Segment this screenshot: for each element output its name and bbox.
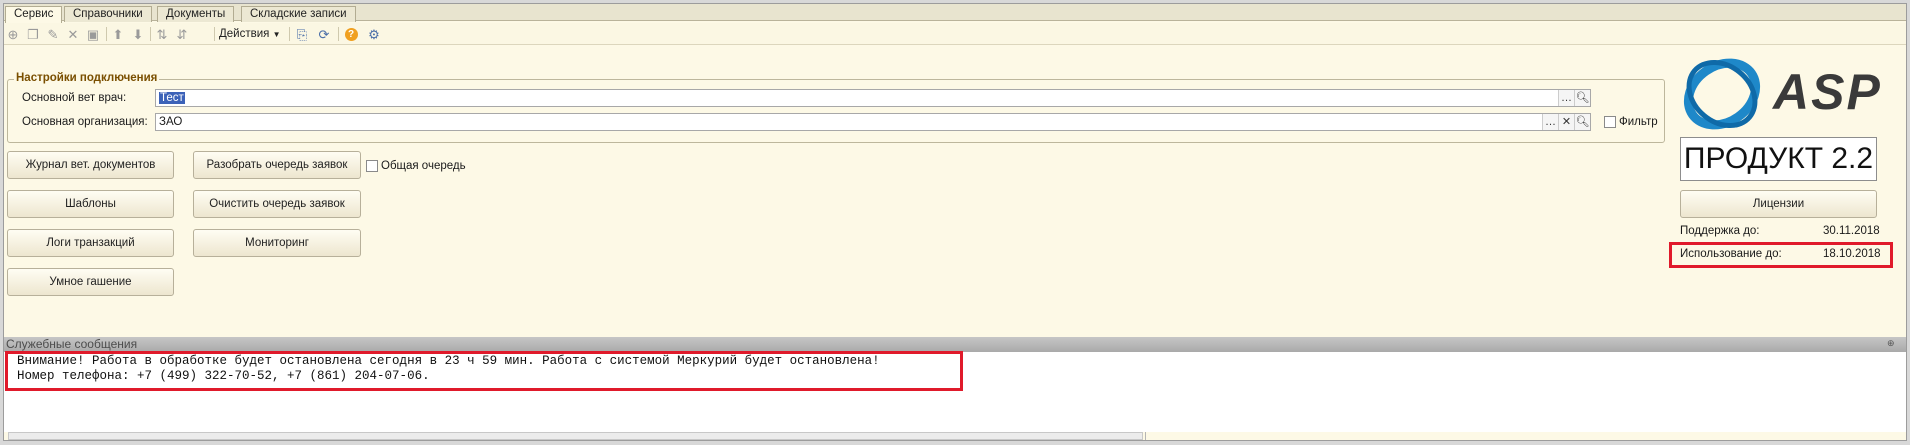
- product-title: ПРОДУКТ 2.2: [1680, 137, 1877, 181]
- move-up-icon[interactable]: ⬆: [110, 26, 126, 42]
- vet-value: Тест: [159, 92, 185, 104]
- messages-highlight-box: [5, 351, 963, 391]
- monitoring-button[interactable]: Мониторинг: [193, 229, 361, 257]
- export-icon[interactable]: ⎘: [294, 26, 310, 42]
- usage-highlight-box: [1669, 242, 1893, 268]
- save-icon[interactable]: ▣: [85, 26, 101, 42]
- transaction-logs-button[interactable]: Логи транзакций: [7, 229, 174, 257]
- group-title: Настройки подключения: [14, 71, 160, 85]
- settings-icon[interactable]: ⚙: [366, 26, 382, 42]
- clear-queue-button[interactable]: Очистить очередь заявок: [193, 190, 361, 218]
- vet-field[interactable]: Тест: [155, 89, 1591, 107]
- copy-icon[interactable]: ❐: [25, 26, 41, 42]
- vet-label: Основной вет врач:: [22, 92, 127, 104]
- support-label: Поддержка до:: [1680, 225, 1760, 237]
- org-search-icon[interactable]: 🔍︎: [1574, 114, 1590, 130]
- templates-button[interactable]: Шаблоны: [7, 190, 174, 218]
- org-value: ЗАО: [159, 116, 183, 128]
- tab-warehouse-records[interactable]: Складские записи: [241, 6, 356, 22]
- org-clear-icon[interactable]: ✕: [1558, 114, 1574, 130]
- actions-menu[interactable]: Действия ▼: [219, 26, 281, 42]
- filter-label: Фильтр: [1619, 116, 1658, 128]
- horizontal-scrollbar[interactable]: [8, 432, 1143, 440]
- messages-header: Служебные сообщения: [4, 337, 1906, 352]
- support-date: 30.11.2018: [1823, 225, 1880, 237]
- asp-logo-icon: [1680, 56, 1765, 131]
- scrollbar-divider: [1145, 432, 1146, 440]
- brand-name: ASP: [1773, 64, 1882, 120]
- sort-asc-icon[interactable]: ⇅: [154, 26, 170, 42]
- tab-service[interactable]: Сервис: [5, 6, 63, 23]
- filter-checkbox[interactable]: [1604, 116, 1616, 128]
- refresh-icon[interactable]: ⟳: [316, 26, 332, 42]
- tab-references[interactable]: Справочники: [64, 6, 152, 22]
- add-icon[interactable]: ⊕: [5, 26, 21, 42]
- help-icon[interactable]: ?: [343, 26, 359, 42]
- toolbar-separator: [214, 27, 215, 41]
- common-queue-checkbox[interactable]: [366, 160, 378, 172]
- licenses-button[interactable]: Лицензии: [1680, 190, 1877, 218]
- smart-quenching-button[interactable]: Умное гашение: [7, 268, 174, 296]
- vet-search-icon[interactable]: 🔍︎: [1574, 90, 1590, 106]
- move-down-icon[interactable]: ⬇: [130, 26, 146, 42]
- parse-queue-button[interactable]: Разобрать очередь заявок: [193, 151, 361, 179]
- pin-icon[interactable]: ⊕: [1887, 338, 1895, 349]
- journal-button[interactable]: Журнал вет. документов: [7, 151, 174, 179]
- org-choose-button[interactable]: …: [1542, 114, 1558, 130]
- org-field[interactable]: ЗАО: [155, 113, 1591, 131]
- toolbar-separator: [106, 27, 107, 41]
- common-queue-label: Общая очередь: [381, 160, 466, 172]
- tab-documents[interactable]: Документы: [157, 6, 235, 22]
- sort-desc-icon[interactable]: ⇵: [174, 26, 190, 42]
- delete-icon[interactable]: ✕: [65, 26, 81, 42]
- toolbar-separator: [338, 27, 339, 41]
- vet-choose-button[interactable]: …: [1558, 90, 1574, 106]
- toolbar-separator: [289, 27, 290, 41]
- org-label: Основная организация:: [22, 116, 148, 128]
- chevron-down-icon: ▼: [272, 30, 281, 39]
- actions-menu-label: Действия: [219, 28, 270, 40]
- toolbar-separator: [150, 27, 151, 41]
- edit-icon[interactable]: ✎: [45, 26, 61, 42]
